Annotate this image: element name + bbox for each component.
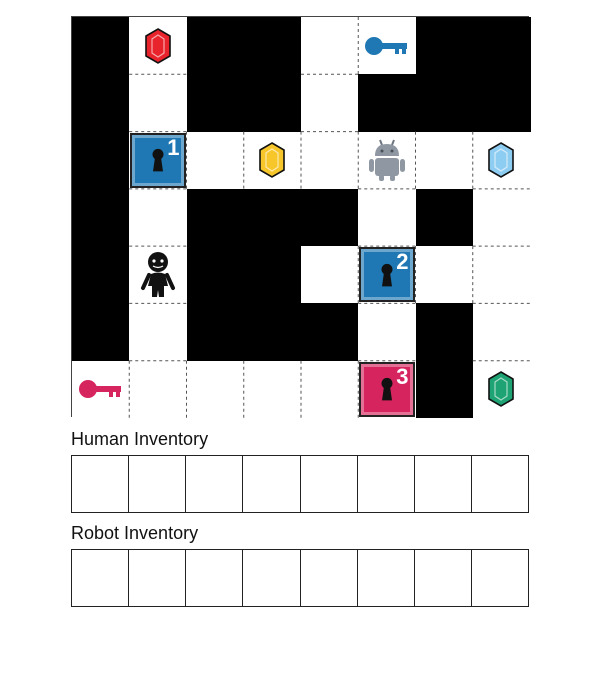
keyhole-icon xyxy=(380,378,394,407)
floor-cell xyxy=(301,360,359,419)
wall-cell xyxy=(72,74,130,133)
keyhole-icon xyxy=(380,263,394,292)
human-inventory xyxy=(71,455,529,513)
door-number: 1 xyxy=(167,134,180,160)
game-board: 1 2 3 xyxy=(71,16,531,419)
floor-cell xyxy=(358,303,416,362)
human-inventory-slot xyxy=(472,456,528,512)
floor-cell xyxy=(129,188,187,247)
wall-cell xyxy=(72,17,130,75)
robot-inventory-slot xyxy=(415,550,472,606)
wall-cell xyxy=(186,188,245,247)
green-gem-icon xyxy=(473,361,530,418)
floor-cell xyxy=(301,74,359,133)
keyhole-icon xyxy=(151,149,165,178)
human-inventory-slot xyxy=(301,456,358,512)
wall-cell xyxy=(72,131,130,190)
red-gem-icon xyxy=(129,17,186,74)
floor-cell xyxy=(415,246,474,304)
blue-key-icon xyxy=(358,17,415,74)
locked-door-3: 3 xyxy=(359,361,415,417)
wall-cell xyxy=(415,360,474,419)
pink-key-icon xyxy=(72,361,129,418)
human-inventory-slot xyxy=(72,456,130,512)
wall-cell xyxy=(415,74,474,133)
wall-cell xyxy=(243,188,302,247)
wall-cell xyxy=(186,303,245,362)
floor-cell xyxy=(186,360,245,419)
light-blue-gem-icon xyxy=(473,132,530,189)
floor-cell xyxy=(243,360,302,419)
wall-cell xyxy=(301,303,359,362)
robot-inventory-slot xyxy=(129,550,187,606)
robot-inventory-label: Robot Inventory xyxy=(71,523,199,543)
human-inventory-slot xyxy=(129,456,187,512)
door-number: 3 xyxy=(396,363,409,389)
human-player-icon xyxy=(129,246,186,303)
wall-cell xyxy=(72,188,130,247)
robot-icon xyxy=(358,132,415,189)
wall-cell xyxy=(472,74,531,133)
wall-cell xyxy=(415,303,474,362)
wall-cell xyxy=(186,17,245,75)
floor-cell xyxy=(129,303,187,362)
robot-inventory-slot xyxy=(358,550,415,606)
floor-cell xyxy=(301,131,359,190)
floor-cell xyxy=(358,188,416,247)
robot-inventory-slot xyxy=(72,550,130,606)
wall-cell xyxy=(72,303,130,362)
human-inventory-slot xyxy=(358,456,415,512)
robot-inventory-slot xyxy=(472,550,528,606)
robot-inventory-slot xyxy=(243,550,301,606)
wall-cell xyxy=(301,188,359,247)
human-inventory-slot xyxy=(186,456,244,512)
door-number: 2 xyxy=(396,249,409,275)
wall-cell xyxy=(472,17,531,75)
robot-inventory-slot xyxy=(301,550,358,606)
wall-cell xyxy=(186,246,245,304)
floor-cell xyxy=(186,131,245,190)
floor-cell xyxy=(472,246,531,304)
wall-cell xyxy=(358,74,416,133)
wall-cell xyxy=(415,17,474,75)
robot-inventory xyxy=(71,549,529,607)
wall-cell xyxy=(243,246,302,304)
floor-cell xyxy=(301,246,359,304)
floor-cell xyxy=(472,188,531,247)
floor-cell xyxy=(472,303,531,362)
locked-door-1: 1 xyxy=(130,132,186,188)
wall-cell xyxy=(243,303,302,362)
wall-cell xyxy=(186,74,245,133)
floor-cell xyxy=(129,360,187,419)
yellow-gem-icon xyxy=(244,132,301,189)
floor-cell xyxy=(129,74,187,133)
wall-cell xyxy=(415,188,474,247)
wall-cell xyxy=(72,246,130,304)
human-inventory-slot xyxy=(243,456,301,512)
human-inventory-label: Human Inventory xyxy=(71,429,209,449)
wall-cell xyxy=(243,74,302,133)
human-inventory-slot xyxy=(415,456,472,512)
floor-cell xyxy=(301,17,359,75)
floor-cell xyxy=(415,131,474,190)
robot-inventory-slot xyxy=(186,550,244,606)
locked-door-2: 2 xyxy=(359,247,415,303)
wall-cell xyxy=(243,17,302,75)
